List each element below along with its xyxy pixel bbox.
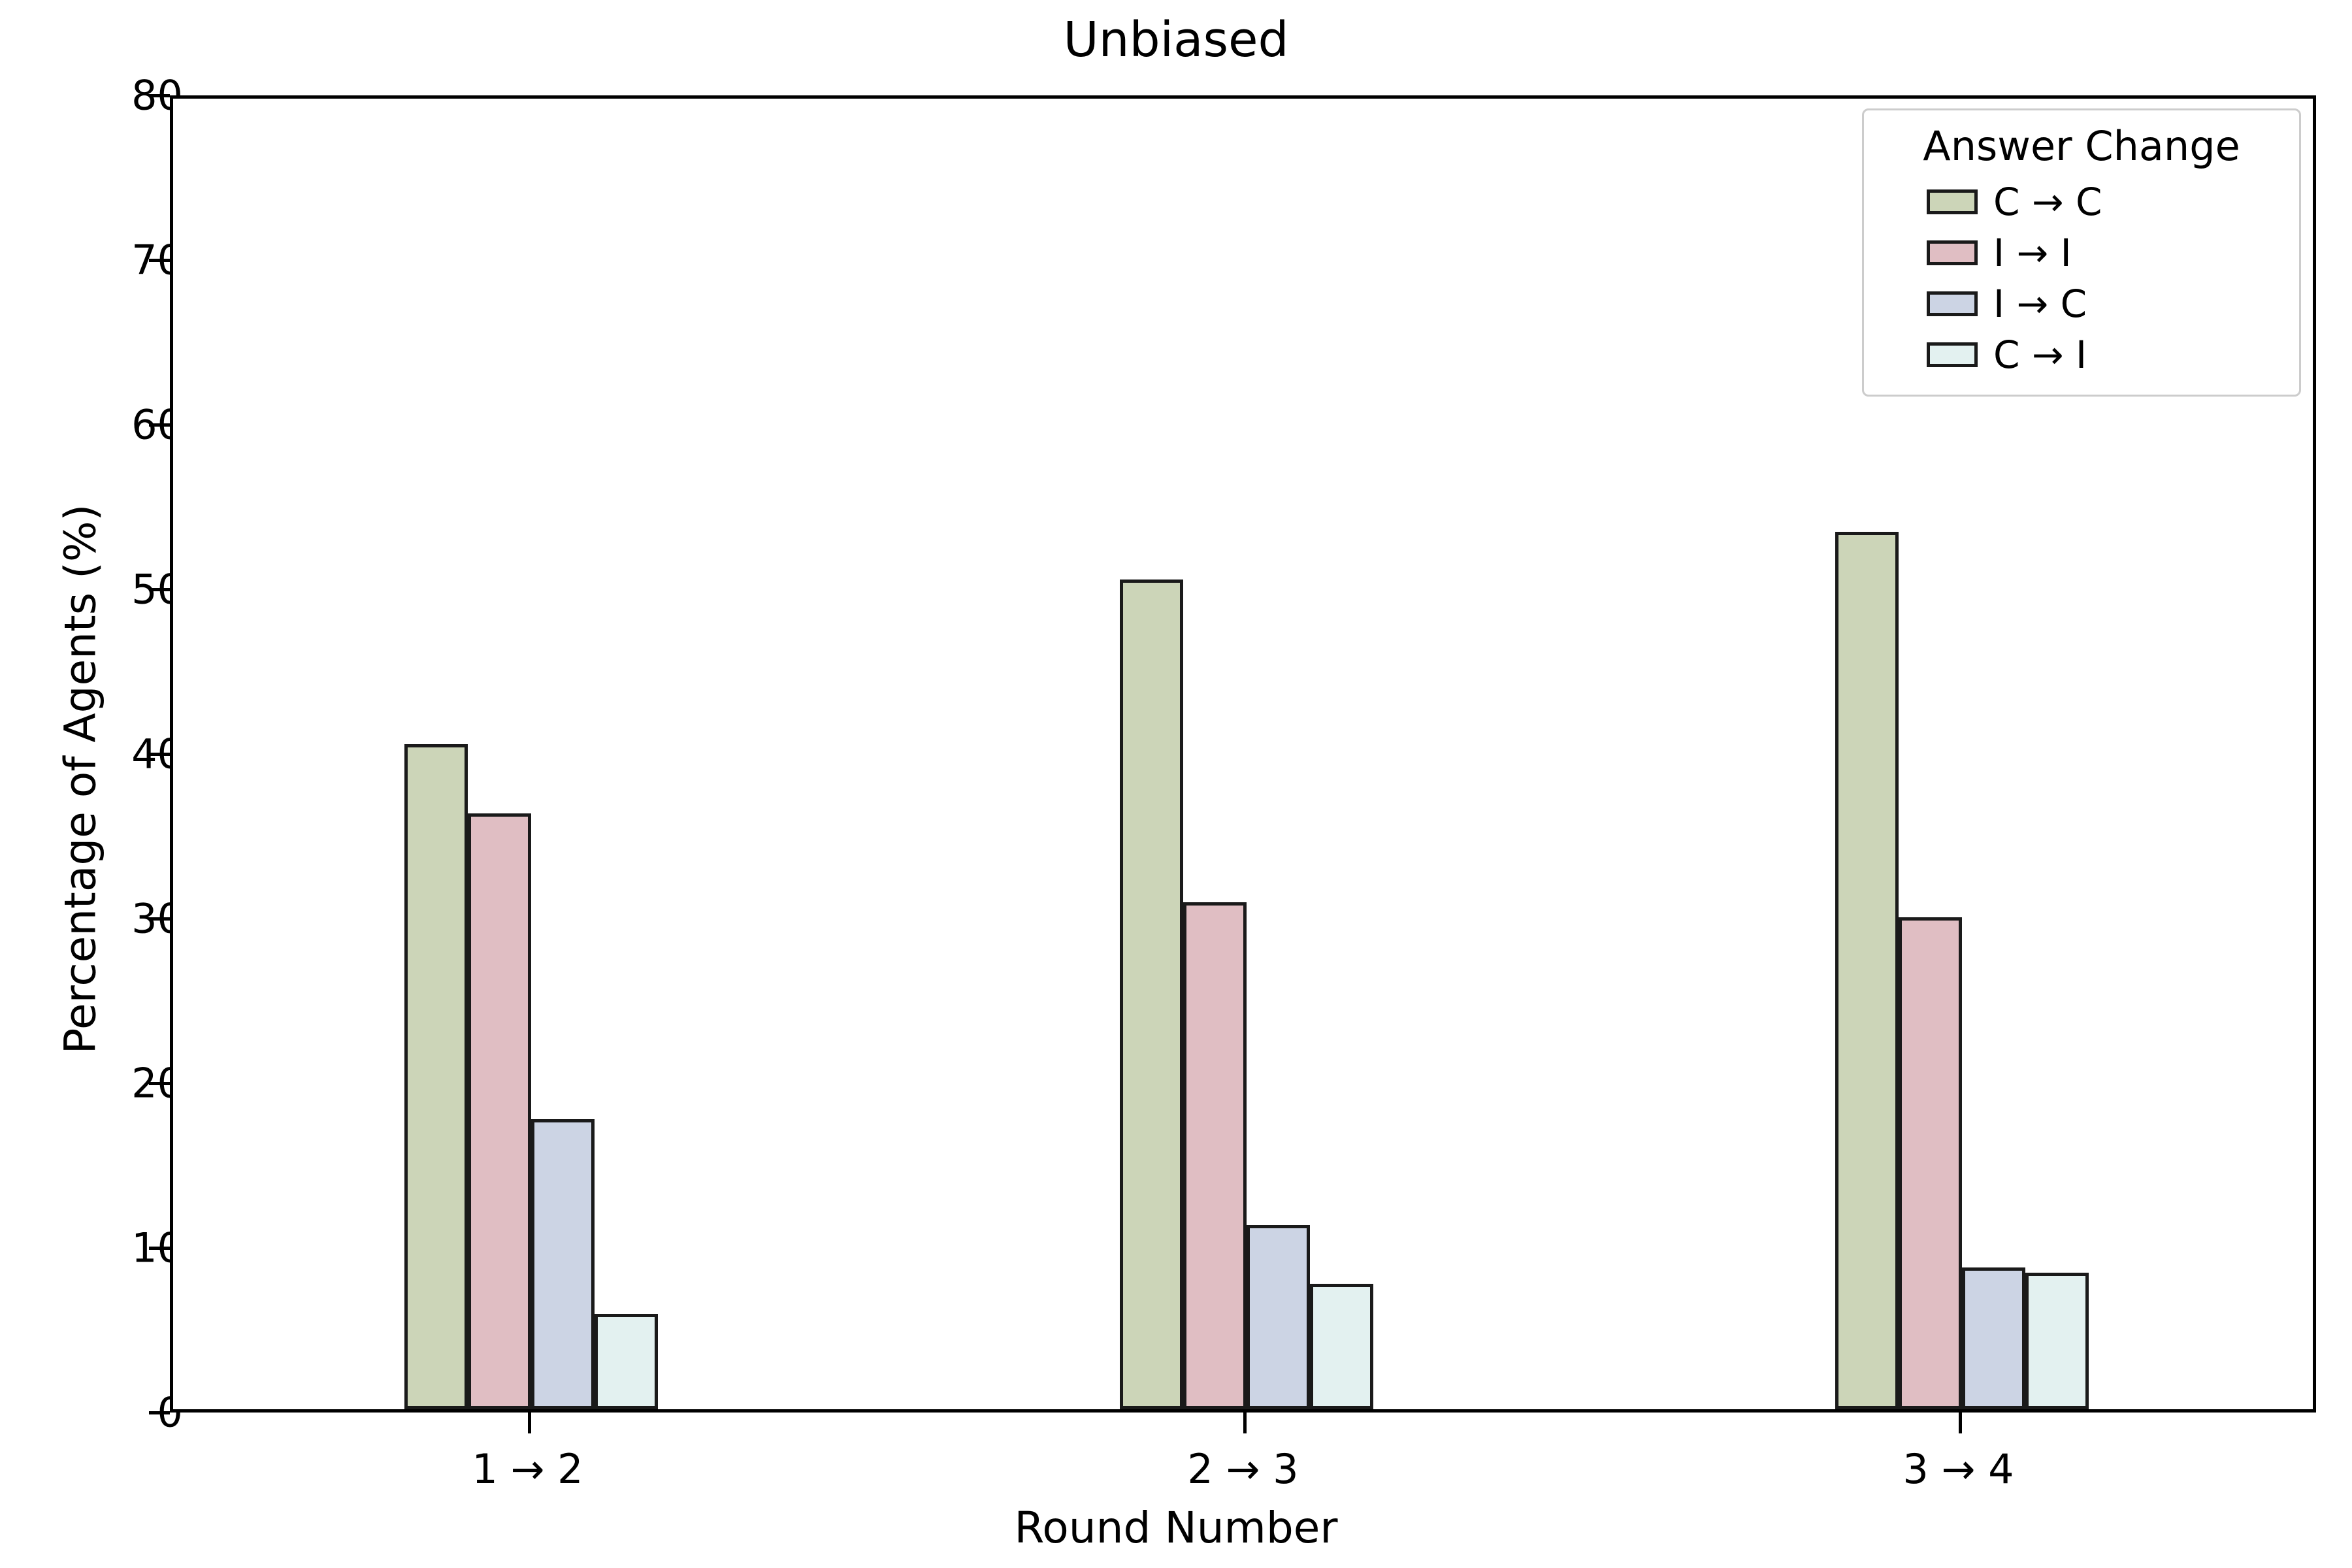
legend-swatch-icon	[1927, 342, 1978, 367]
bar-chart-figure: Unbiased Percentage of Agents (%) 0 10 20 3…	[0, 0, 2352, 1568]
legend-label: I → I	[1993, 231, 2072, 275]
y-tick-mark	[149, 1247, 170, 1250]
bar	[1246, 1224, 1310, 1409]
legend-title: Answer Change	[1923, 122, 2240, 170]
legend-swatch-icon	[1927, 189, 1978, 214]
legend-entries: C → C I → I I → C C → I	[1878, 176, 2285, 380]
x-tick-mark	[527, 1413, 531, 1433]
bar	[1898, 917, 1962, 1409]
bar	[467, 813, 531, 1409]
y-tick-mark	[149, 423, 170, 427]
legend-entry[interactable]: C → C	[1878, 176, 2285, 227]
x-tick-mark	[1958, 1413, 1962, 1433]
bar	[1961, 1267, 2025, 1409]
y-tick-mark	[149, 753, 170, 756]
x-tick-label: 3 → 4	[1903, 1445, 2014, 1493]
x-axis-label: Round Number	[1014, 1503, 1338, 1553]
legend-label: C → C	[1993, 180, 2102, 224]
bar	[1309, 1284, 1373, 1409]
legend-entry[interactable]: I → C	[1878, 278, 2285, 329]
bar	[1835, 531, 1899, 1409]
bar	[531, 1119, 595, 1409]
bar	[1183, 902, 1247, 1409]
y-tick-mark	[149, 917, 170, 921]
bar	[2025, 1272, 2089, 1409]
y-tick-mark	[149, 94, 170, 97]
legend-label: C → I	[1993, 333, 2087, 377]
y-tick-mark	[149, 588, 170, 591]
x-tick-label: 2 → 3	[1187, 1445, 1299, 1493]
y-tick-mark	[149, 1082, 170, 1085]
x-tick-label: 1 → 2	[472, 1445, 583, 1493]
legend-label: I → C	[1993, 282, 2087, 326]
bar	[594, 1313, 658, 1409]
y-tick-mark	[149, 1411, 170, 1414]
legend-entry[interactable]: C → I	[1878, 329, 2285, 380]
chart-title: Unbiased	[1063, 12, 1289, 68]
legend-entry[interactable]: I → I	[1878, 227, 2285, 278]
y-tick-mark	[149, 259, 170, 262]
bar	[1119, 579, 1183, 1409]
x-tick-mark	[1243, 1413, 1247, 1433]
legend-swatch-icon	[1927, 240, 1978, 265]
legend: Answer Change C → C I → I I → C C → I	[1862, 108, 2301, 397]
bar	[404, 743, 468, 1409]
legend-swatch-icon	[1927, 291, 1978, 316]
